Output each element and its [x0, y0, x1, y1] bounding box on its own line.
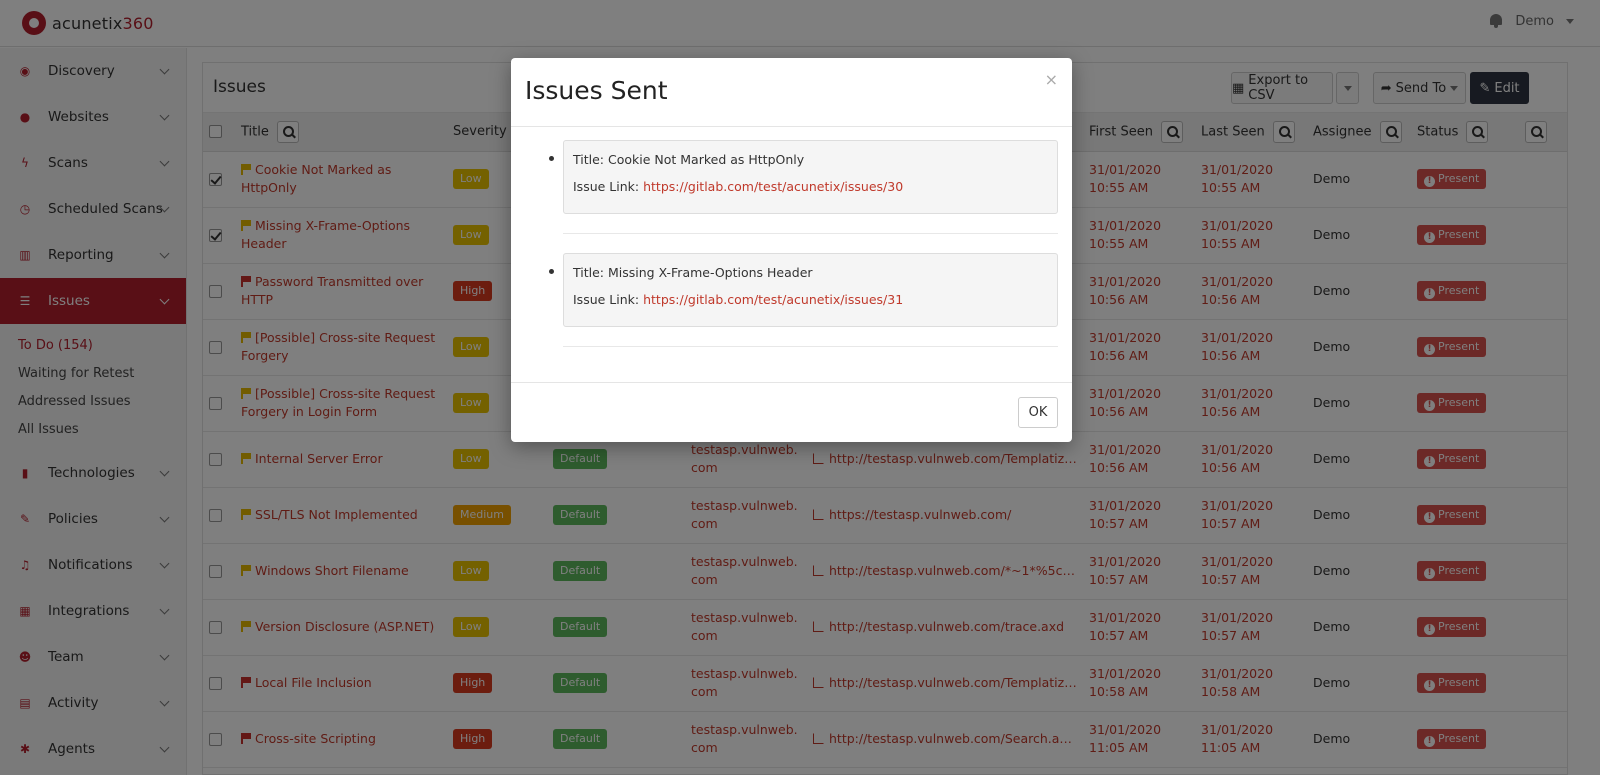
- sent-issue-item: Title: Cookie Not Marked as HttpOnly Issu…: [549, 140, 1058, 234]
- issue-link[interactable]: https://gitlab.com/test/acunetix/issues/…: [643, 179, 903, 194]
- modal-footer: OK: [511, 382, 1072, 442]
- title-prefix: Title:: [573, 152, 604, 167]
- sent-issue-box: Title: Missing X-Frame-Options Header Iss…: [563, 253, 1058, 327]
- sent-issue-title-line: Title: Missing X-Frame-Options Header: [573, 264, 1049, 282]
- sent-issue-link-line: Issue Link: https://gitlab.com/test/acun…: [573, 291, 1049, 309]
- sent-issue-title: Cookie Not Marked as HttpOnly: [607, 152, 805, 167]
- issues-sent-dialog: Issues Sent × Title: Cookie Not Marked a…: [511, 58, 1072, 442]
- close-icon[interactable]: ×: [1045, 70, 1058, 89]
- issue-link[interactable]: https://gitlab.com/test/acunetix/issues/…: [643, 292, 903, 307]
- modal-body: Title: Cookie Not Marked as HttpOnly Issu…: [511, 127, 1072, 347]
- modal-header: Issues Sent ×: [511, 58, 1072, 127]
- sent-issue-title: Missing X-Frame-Options Header: [607, 265, 813, 280]
- link-prefix: Issue Link:: [573, 292, 640, 307]
- sent-issue-box: Title: Cookie Not Marked as HttpOnly Issu…: [563, 140, 1058, 214]
- sent-issue-item: Title: Missing X-Frame-Options Header Iss…: [549, 253, 1058, 347]
- title-prefix: Title:: [573, 265, 604, 280]
- sent-issue-link-line: Issue Link: https://gitlab.com/test/acun…: [573, 178, 1049, 196]
- link-prefix: Issue Link:: [573, 179, 640, 194]
- sent-issue-title-line: Title: Cookie Not Marked as HttpOnly: [573, 151, 1049, 169]
- modal-title: Issues Sent: [525, 76, 668, 105]
- ok-button[interactable]: OK: [1018, 397, 1058, 428]
